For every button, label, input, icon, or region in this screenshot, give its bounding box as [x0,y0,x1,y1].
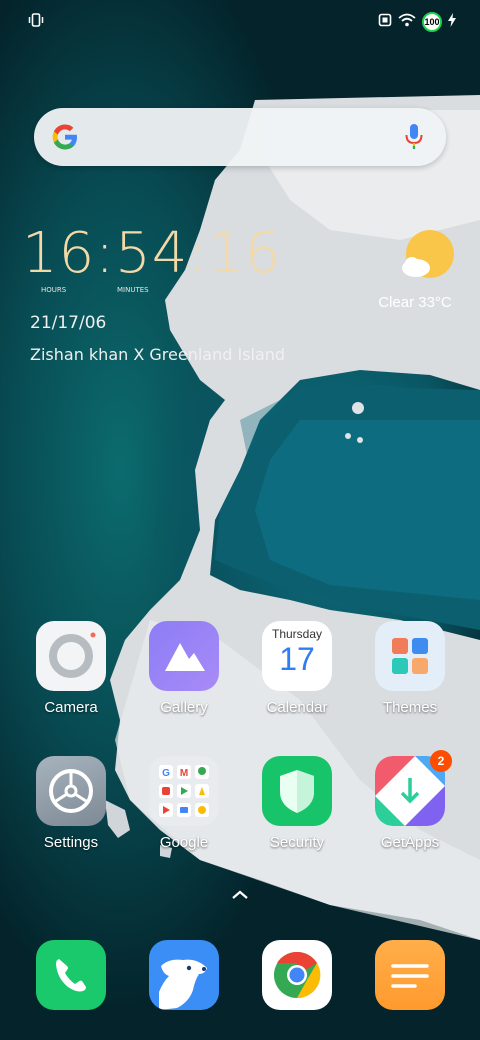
wallpaper-caption: Zishan khan X Greenland Island [30,345,286,364]
app-label: Gallery [160,699,208,716]
charging-icon [448,12,456,32]
gallery-icon [149,621,219,691]
app-label: Google [159,834,209,851]
app-label: Security [269,834,325,851]
app-gallery[interactable]: Gallery [134,621,234,716]
calendar-icon: Thursday 17 [262,621,332,691]
app-calendar[interactable]: Thursday 17 Calendar [247,621,347,716]
dock-phone[interactable] [21,940,121,1010]
chrome-icon [262,940,332,1010]
svg-text:M: M [180,768,188,779]
google-search-bar[interactable] [34,108,446,166]
chevron-up-icon[interactable] [230,888,250,906]
notification-badge: 2 [430,750,452,772]
app-label: GetApps [380,834,440,851]
wifi-icon [398,13,416,32]
settings-icon [36,756,106,826]
date-text: 21/17/06 [30,313,107,333]
app-getapps[interactable]: 2 GetApps [360,750,460,851]
app-camera[interactable]: Camera [21,621,121,716]
dock-browser[interactable] [134,940,234,1010]
dock-chrome[interactable] [247,940,347,1010]
status-bar: 100 [0,10,480,34]
app-settings[interactable]: Settings [21,756,121,851]
battery-indicator: 100 [422,12,442,32]
app-folder-google[interactable]: G M Google [134,756,234,851]
camera-icon [36,621,106,691]
clock-hours-label: HOURS [41,286,67,294]
calendar-date: 17 [279,641,315,677]
app-label: Calendar [266,699,328,716]
partly-cloudy-icon[interactable] [400,228,456,289]
phone-icon [36,940,106,1010]
dock-notes[interactable] [360,940,460,1010]
app-label: Camera [44,699,98,716]
app-security[interactable]: Security [247,756,347,851]
notes-icon [375,940,445,1010]
app-label: Themes [382,699,438,716]
microphone-icon[interactable] [404,122,424,157]
app-themes[interactable]: Themes [360,621,460,716]
screenshot-icon [378,13,392,32]
google-folder-icon: G M [149,756,219,826]
google-g-icon [50,122,80,157]
browser-polar-bear-icon [149,940,219,1010]
security-shield-icon [262,756,332,826]
vibrate-icon [28,12,44,33]
themes-icon [375,621,445,691]
app-label: Settings [43,834,99,851]
calendar-day: Thursday [271,627,323,641]
clock-minutes-label: MINUTES [117,286,149,294]
weather-text: Clear 33°C [378,294,452,311]
clock-time: 16:54:16 [22,221,282,286]
svg-text:G: G [162,768,170,779]
